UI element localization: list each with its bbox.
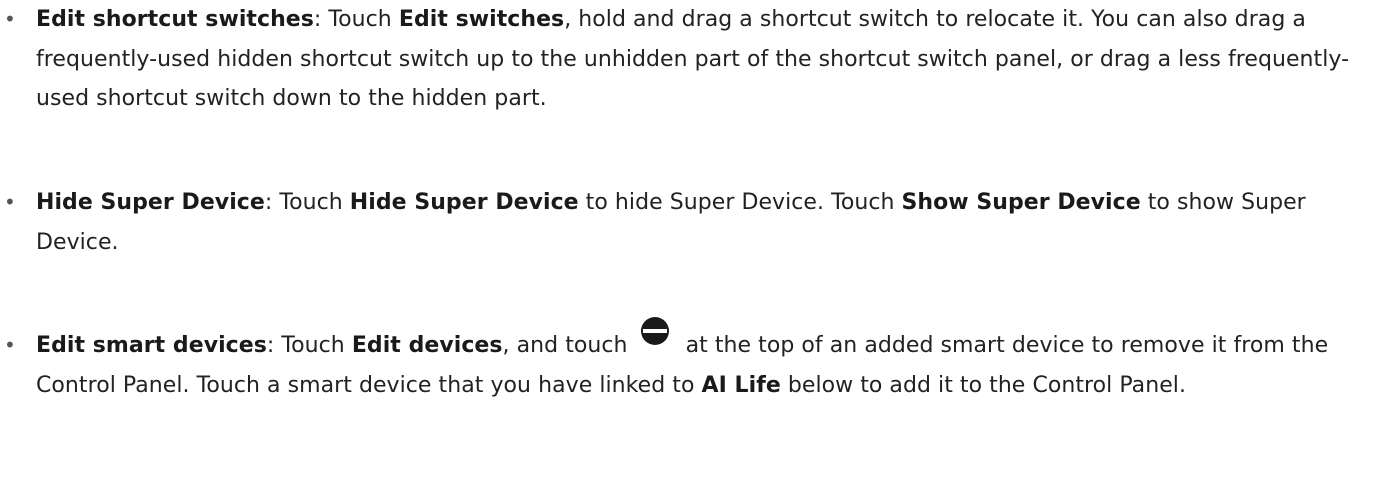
text-segment: : Touch — [266, 333, 352, 358]
text-segment: to hide Super Device. Touch — [578, 190, 902, 215]
text-segment: : Touch — [264, 190, 350, 215]
bold-term: Edit switches — [398, 7, 565, 32]
text-segment: below to add it to the Control Panel. — [780, 372, 1187, 398]
item-title: Hide Super Device — [36, 190, 265, 215]
bullet-marker: • — [4, 333, 16, 357]
text-segment: : Touch — [313, 7, 399, 32]
remove-circle-icon — [640, 317, 669, 353]
list-item-text: Edit smart devices: Touch Edit devices, … — [36, 317, 1375, 405]
bold-term: AI Life — [701, 372, 781, 398]
bold-term: Edit devices — [351, 333, 503, 358]
list-item-edit-smart-devices: • Edit smart devices: Touch Edit devices… — [0, 317, 1375, 405]
document-page: • Edit shortcut switches: Touch Edit swi… — [0, 0, 1381, 484]
bold-term: Show Super Device — [901, 190, 1141, 215]
list-item-hide-super-device: • Hide Super Device: Touch Hide Super De… — [0, 183, 1375, 262]
bullet-marker: • — [4, 7, 16, 31]
list-item-edit-shortcut-switches: • Edit shortcut switches: Touch Edit swi… — [0, 0, 1375, 119]
list-item-text: Hide Super Device: Touch Hide Super Devi… — [36, 183, 1375, 262]
item-title: Edit shortcut switches — [36, 7, 314, 32]
item-title: Edit smart devices — [36, 333, 267, 358]
bullet-marker: • — [4, 190, 16, 214]
list-item-text: Edit shortcut switches: Touch Edit switc… — [36, 0, 1375, 119]
bold-term: Hide Super Device — [349, 190, 579, 215]
text-segment: , and touch — [502, 333, 635, 358]
